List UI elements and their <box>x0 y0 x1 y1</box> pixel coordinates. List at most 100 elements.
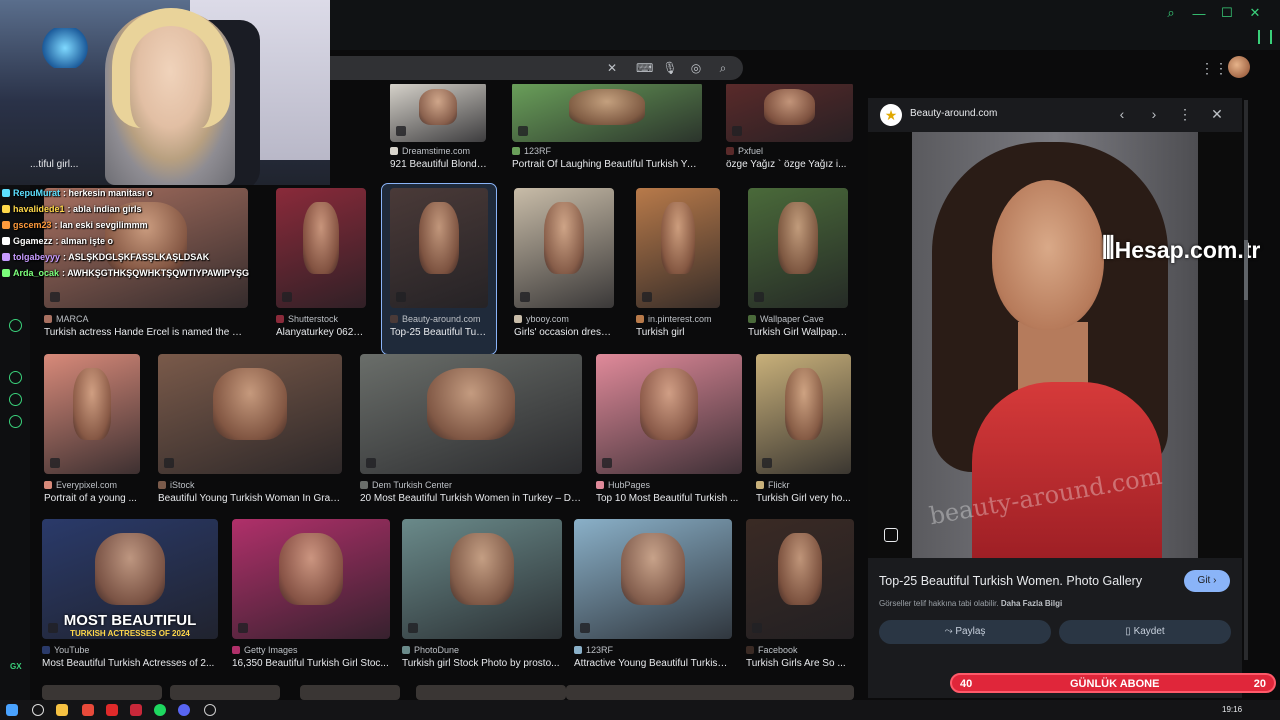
spotify-icon[interactable] <box>154 704 166 716</box>
result-title[interactable]: Most Beautiful Turkish Actresses of 2... <box>42 658 218 669</box>
image-result[interactable]: ...tiful girl... <box>30 84 88 192</box>
result-source[interactable]: Dreamstime.com <box>390 146 488 156</box>
result-title[interactable]: Turkish girl <box>636 327 720 338</box>
clear-icon[interactable]: ✕ <box>604 60 620 76</box>
panel-scrollbar-thumb[interactable] <box>1244 240 1248 300</box>
result-thumbnail[interactable] <box>756 354 851 474</box>
result-thumbnail[interactable] <box>390 84 486 142</box>
result-title[interactable]: Portrait Of Laughing Beautiful Turkish Y… <box>512 159 702 170</box>
preview-title[interactable]: Top-25 Beautiful Turkish Women. Photo Ga… <box>879 574 1142 588</box>
result-thumbnail[interactable] <box>746 519 854 639</box>
result-thumbnail[interactable] <box>596 354 742 474</box>
result-source[interactable]: YouTube <box>42 645 218 655</box>
start-icon[interactable] <box>6 704 18 716</box>
image-result[interactable]: Dreamstime.com 921 Beautiful Blonde ... <box>390 84 488 192</box>
save-button[interactable]: ▯ Kaydet <box>1059 620 1231 644</box>
result-thumbnail[interactable] <box>232 519 390 639</box>
preview-image[interactable]: beauty-around.com <box>868 132 1242 558</box>
preview-site-name[interactable]: Beauty-around.com <box>910 108 997 119</box>
discord-icon[interactable] <box>178 704 190 716</box>
keyboard-icon[interactable]: ⌨ <box>636 60 653 76</box>
image-result[interactable]: Facebook Turkish Girls Are So ... <box>746 519 854 689</box>
result-source[interactable]: iStock <box>158 480 342 490</box>
image-result[interactable]: ybooy.com Girls' occasion dress, ... <box>514 188 614 358</box>
result-source[interactable]: Flickr <box>756 480 851 490</box>
result-thumbnail[interactable] <box>158 354 342 474</box>
result-title[interactable]: 20 Most Beautiful Turkish Women in Turke… <box>360 493 582 504</box>
image-result[interactable]: MOST BEAUTIFUL TURKISH ACTRESSES OF 2024 Y… <box>42 519 218 689</box>
result-thumbnail[interactable] <box>390 188 488 308</box>
maximize-icon[interactable]: ☐ <box>1220 5 1234 20</box>
result-source[interactable]: Dem Turkish Center <box>360 480 582 490</box>
result-source[interactable]: Pxfuel <box>726 146 853 156</box>
result-thumbnail[interactable] <box>574 519 732 639</box>
image-result-partial[interactable] <box>170 685 280 700</box>
more-info-link[interactable]: Daha Fazla Bilgi <box>1001 599 1062 608</box>
result-title[interactable]: Turkish Girl very ho... <box>756 493 851 504</box>
result-source[interactable]: Beauty-around.com <box>390 314 488 324</box>
prev-arrow-icon[interactable]: ‹ <box>1114 106 1130 122</box>
next-arrow-icon[interactable]: › <box>1146 106 1162 122</box>
lens-icon[interactable]: ◎ <box>688 60 704 76</box>
result-title[interactable]: Turkish girl Stock Photo by prosto... <box>402 658 562 669</box>
image-result-partial[interactable] <box>674 685 854 700</box>
result-source[interactable]: ybooy.com <box>514 314 614 324</box>
app-icon-1[interactable] <box>82 704 94 716</box>
image-result[interactable]: 123RF Attractive Young Beautiful Turkish … <box>574 519 732 689</box>
result-thumbnail[interactable]: MOST BEAUTIFUL TURKISH ACTRESSES OF 2024 <box>42 519 218 639</box>
result-title[interactable]: Portrait of a young ... <box>44 493 140 504</box>
result-source[interactable]: HubPages <box>596 480 742 490</box>
more-options-icon[interactable]: ⋮ <box>1177 106 1193 123</box>
file-explorer-icon[interactable] <box>56 704 68 716</box>
image-result[interactable]: Dem Turkish Center 20 Most Beautiful Turk… <box>360 354 582 524</box>
player-icon[interactable] <box>9 319 22 332</box>
result-thumbnail[interactable] <box>726 84 853 142</box>
panel-scrollbar[interactable] <box>1244 100 1248 660</box>
image-result[interactable]: in.pinterest.com Turkish girl <box>636 188 720 358</box>
result-title[interactable]: Top-25 Beautiful Turki... <box>390 327 488 338</box>
result-source[interactable]: MARCA <box>44 314 248 324</box>
microphone-icon[interactable]: 🎙 <box>662 60 678 76</box>
result-title[interactable]: özge Yağız ` özge Yağız i... <box>726 159 853 170</box>
image-result[interactable]: HubPages Top 10 Most Beautiful Turkish ..… <box>596 354 742 524</box>
minimize-icon[interactable]: — <box>1192 6 1206 21</box>
result-source[interactable]: Facebook <box>746 645 854 655</box>
image-result[interactable]: Flickr Turkish Girl very ho... <box>756 354 851 524</box>
extensions-icon[interactable] <box>9 393 22 406</box>
apps-grid-icon[interactable]: ⋮⋮ <box>1200 60 1228 77</box>
app-icon-2[interactable] <box>106 704 118 716</box>
close-icon[interactable]: ✕ <box>1248 5 1262 20</box>
result-thumbnail[interactable] <box>636 188 720 308</box>
result-thumbnail[interactable] <box>44 354 140 474</box>
image-result[interactable]: Getty Images 16,350 Beautiful Turkish Gir… <box>232 519 390 689</box>
result-title[interactable]: Girls' occasion dress, ... <box>514 327 614 338</box>
image-result[interactable]: Everypixel.com Portrait of a young ... <box>44 354 140 524</box>
result-thumbnail[interactable] <box>748 188 848 308</box>
result-title[interactable]: Top 10 Most Beautiful Turkish ... <box>596 493 742 504</box>
search-bar[interactable]: ✕ ⌨ 🎙 ◎ ⌕ <box>330 56 743 80</box>
image-result-partial[interactable] <box>416 685 566 700</box>
image-result[interactable]: Wallpaper Cave Turkish Girl Wallpape... <box>748 188 848 358</box>
taskbar-search-icon[interactable] <box>32 704 44 716</box>
result-title[interactable]: Turkish Girls Are So ... <box>746 658 854 669</box>
image-result-partial[interactable] <box>566 685 686 700</box>
result-title[interactable]: Turkish actress Hande Ercel is named the… <box>44 327 248 338</box>
result-title[interactable]: Turkish Girl Wallpape... <box>748 327 848 338</box>
result-source[interactable]: Getty Images <box>232 645 390 655</box>
result-title[interactable]: Attractive Young Beautiful Turkish Girl … <box>574 658 732 669</box>
account-avatar[interactable] <box>1228 56 1250 78</box>
result-source[interactable]: Shutterstock <box>276 314 366 324</box>
result-thumbnail[interactable] <box>512 84 702 142</box>
visual-search-icon[interactable] <box>884 528 898 542</box>
result-title[interactable]: 16,350 Beautiful Turkish Girl Stoc... <box>232 658 390 669</box>
settings-icon[interactable] <box>9 415 22 428</box>
image-result-partial[interactable] <box>42 685 162 700</box>
result-source[interactable]: Everypixel.com <box>44 480 140 490</box>
share-button[interactable]: ⤳ Paylaş <box>879 620 1051 644</box>
visit-button[interactable]: Git › <box>1184 570 1230 592</box>
image-result[interactable]: 123RF Portrait Of Laughing Beautiful Turk… <box>512 84 702 192</box>
history-icon[interactable] <box>9 371 22 384</box>
result-thumbnail[interactable] <box>402 519 562 639</box>
result-source[interactable]: Wallpaper Cave <box>748 314 848 324</box>
result-source[interactable]: PhotoDune <box>402 645 562 655</box>
